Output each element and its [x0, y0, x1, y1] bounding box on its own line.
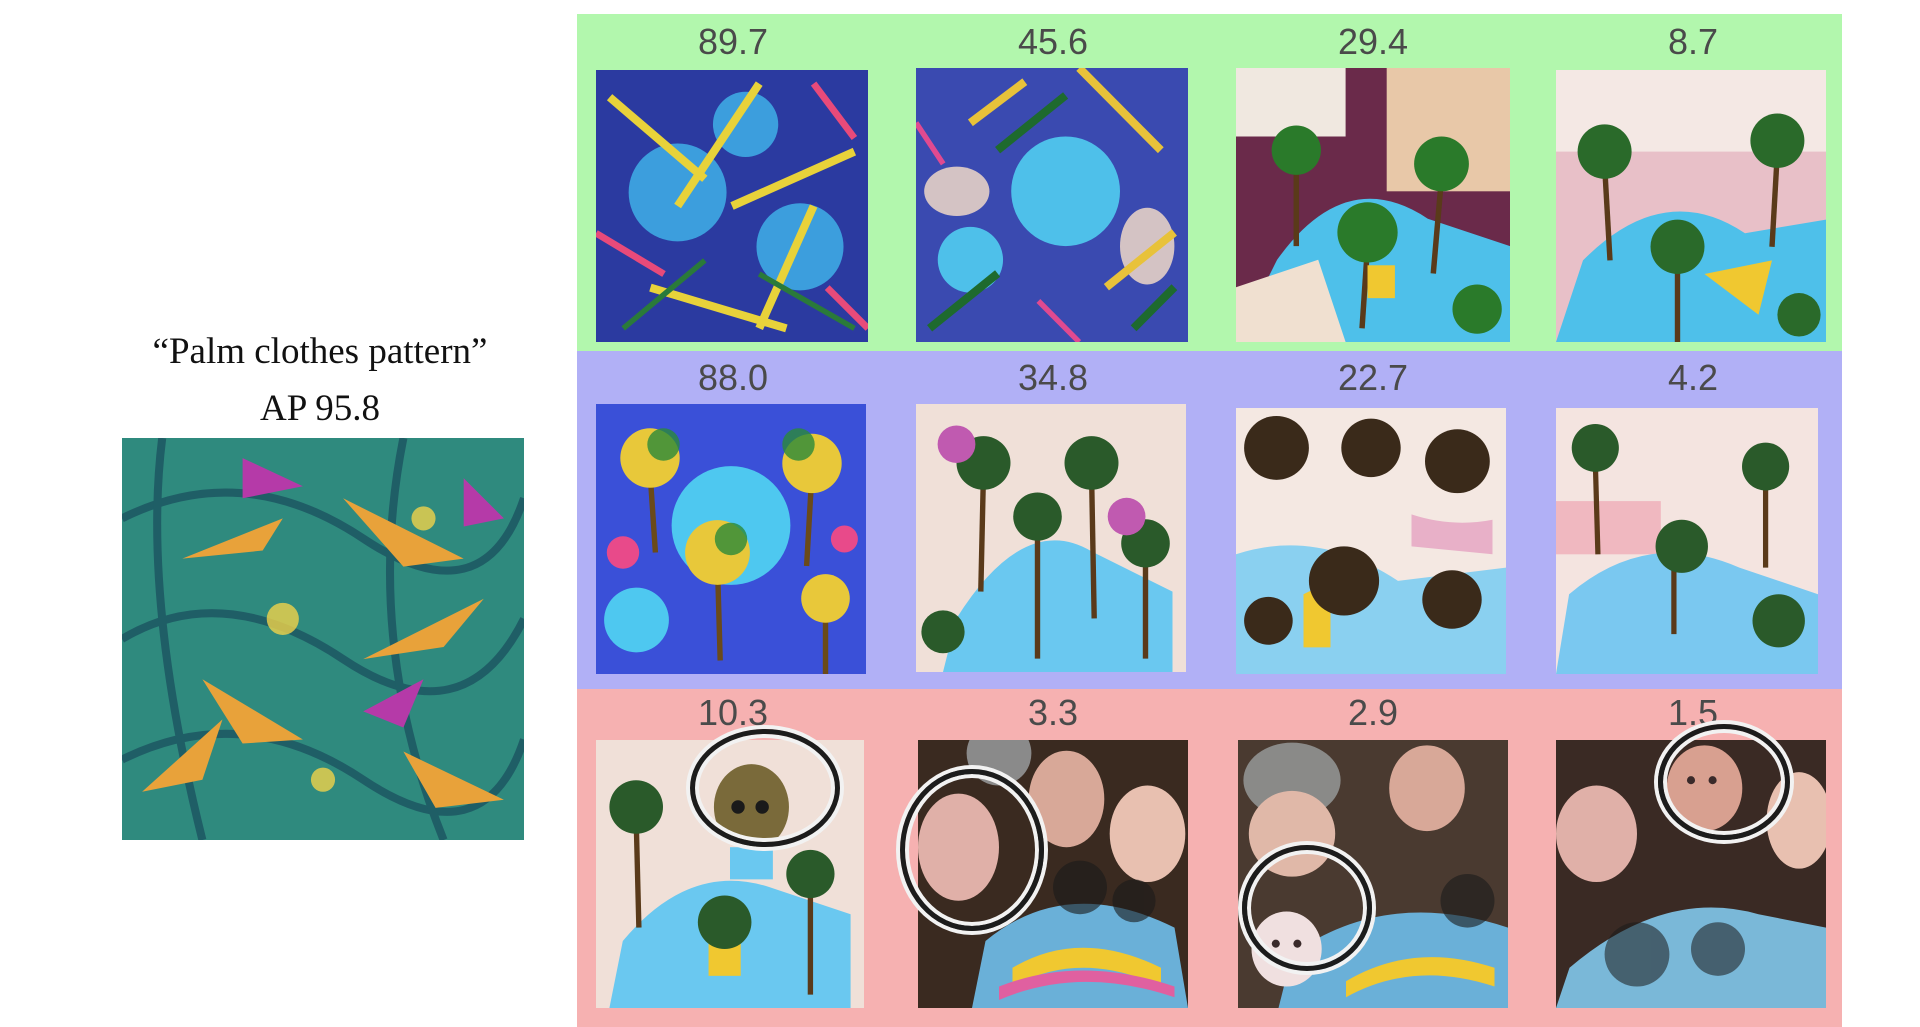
- score-label: 89.7: [697, 21, 769, 62]
- reference-pattern-image: [122, 438, 524, 840]
- generated-image: [1236, 68, 1510, 342]
- prompt-caption: “Palm clothes pattern”: [152, 331, 488, 372]
- highlight-circle: [1242, 845, 1372, 971]
- score-label: 10.3: [697, 692, 769, 733]
- generated-image: [916, 68, 1188, 342]
- highlight-circle: [1658, 724, 1790, 840]
- score-label: 88.0: [697, 357, 769, 398]
- score-label: 22.7: [1337, 357, 1409, 398]
- generated-image: [1236, 408, 1506, 674]
- score-label: 2.9: [1347, 692, 1399, 733]
- generated-image: [1556, 70, 1826, 342]
- generated-image: [596, 70, 868, 342]
- highlight-circle: [690, 729, 840, 847]
- score-label: 8.7: [1667, 21, 1719, 62]
- generated-image: [1556, 408, 1818, 674]
- generated-image: [916, 404, 1186, 672]
- score-label: 34.8: [1017, 357, 1089, 398]
- score-label: 3.3: [1027, 692, 1079, 733]
- score-label: 4.2: [1667, 357, 1719, 398]
- score-label: 29.4: [1337, 21, 1409, 62]
- score-label: 1.5: [1667, 692, 1719, 733]
- generated-image: [596, 404, 866, 674]
- ap-score-caption: AP 95.8: [260, 388, 380, 429]
- highlight-circle: [900, 769, 1044, 931]
- score-label: 45.6: [1017, 21, 1089, 62]
